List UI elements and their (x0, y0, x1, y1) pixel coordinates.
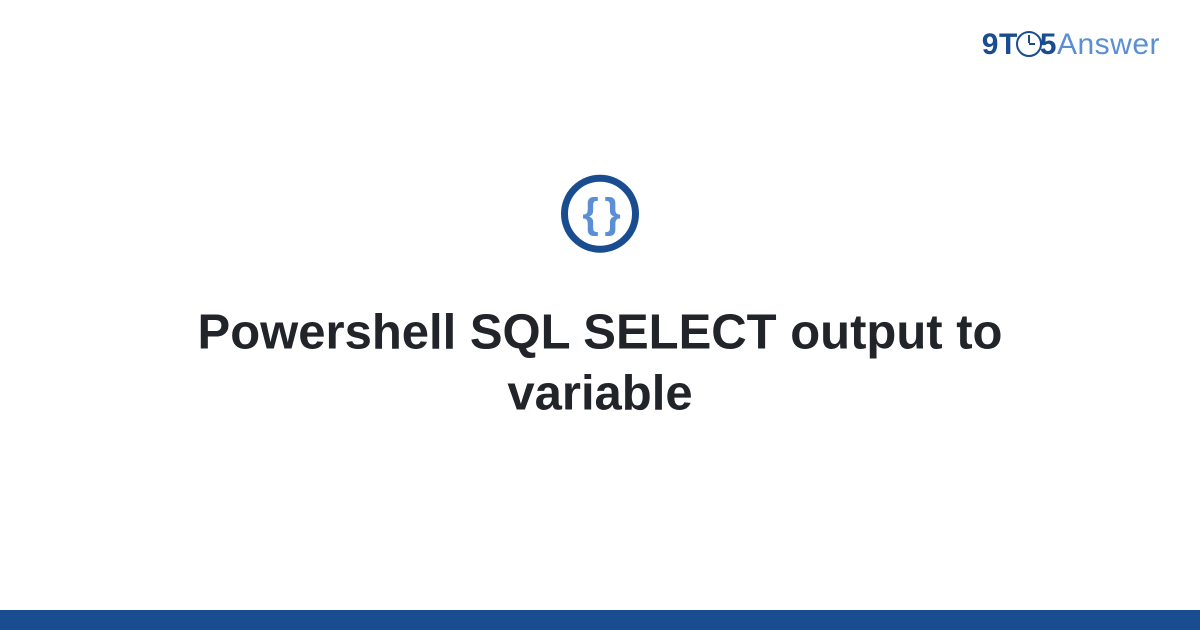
logo-answer: Answer (1057, 28, 1160, 61)
logo-nine: 9 (982, 28, 999, 61)
main-content: { } Powershell SQL SELECT output to vari… (0, 175, 1200, 426)
code-braces-icon: { } (561, 175, 639, 253)
footer-bar (0, 610, 1200, 630)
logo-five: 5 (1040, 28, 1057, 61)
page-title: Powershell SQL SELECT output to variable (100, 303, 1100, 426)
logo-t: T (999, 28, 1018, 61)
clock-icon (1016, 31, 1042, 57)
braces-glyph: { } (582, 193, 617, 235)
site-logo: 9T5Answer (982, 28, 1160, 62)
